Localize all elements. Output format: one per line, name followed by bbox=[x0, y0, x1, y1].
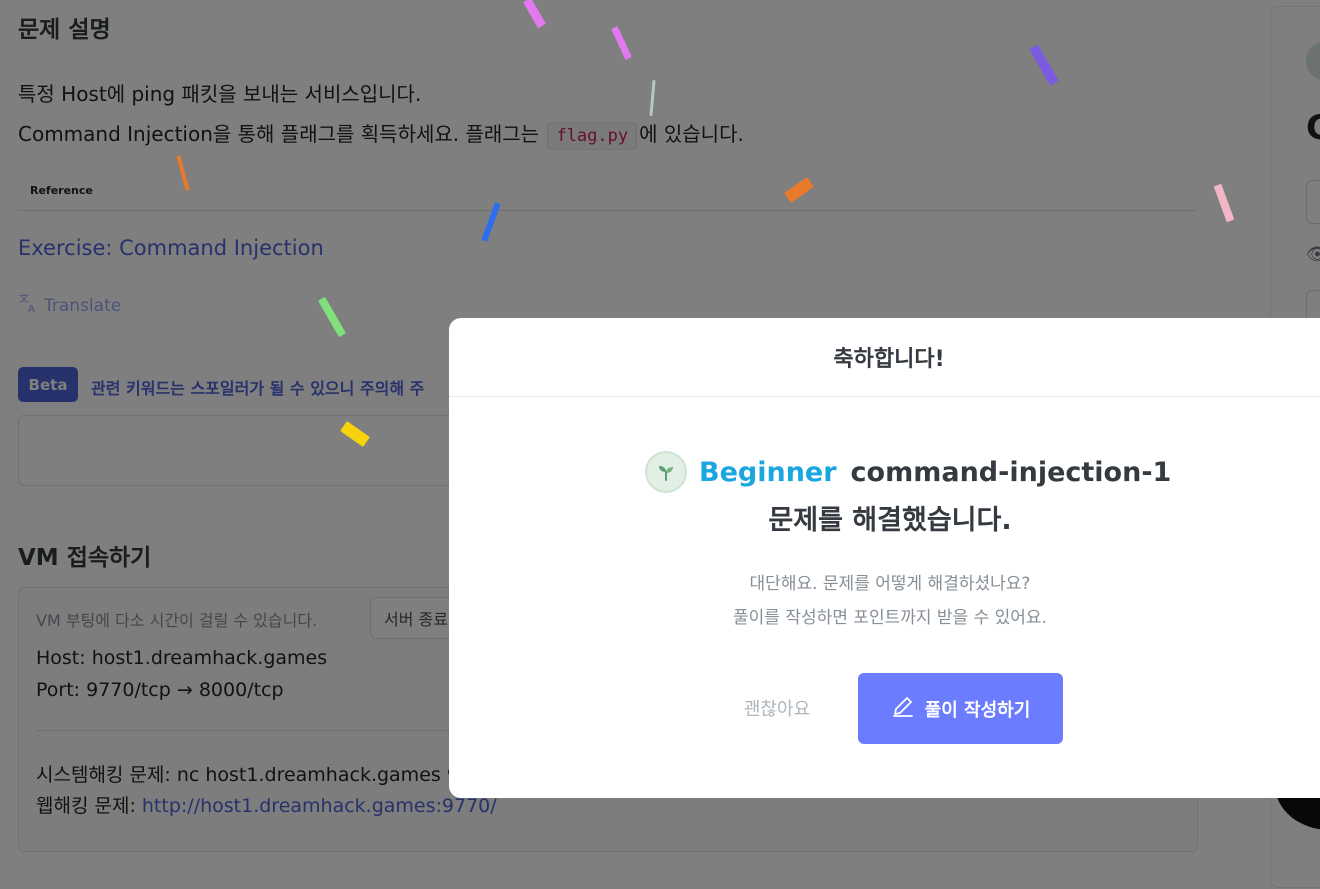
modal-message-line2: 풀이를 작성하면 포인트까지 받을 수 있어요. bbox=[733, 608, 1047, 628]
modal-message-line1: 대단해요. 문제를 어떻게 해결하셨나요? bbox=[749, 574, 1031, 594]
solved-message: 문제를 해결했습니다. bbox=[768, 505, 1012, 536]
sprout-icon bbox=[645, 451, 687, 493]
congrats-modal: 축하합니다! Beginner command-injection-1 문제를 … bbox=[449, 318, 1320, 798]
write-writeup-label: 풀이 작성하기 bbox=[924, 699, 1031, 721]
modal-title: 축하합니다! bbox=[833, 347, 945, 372]
level-label: Beginner bbox=[699, 456, 837, 488]
challenge-name: command-injection-1 bbox=[850, 456, 1172, 488]
write-writeup-button[interactable]: 풀이 작성하기 bbox=[858, 673, 1063, 744]
later-button[interactable]: 괜찮아요 bbox=[727, 673, 827, 743]
pencil-icon bbox=[891, 694, 915, 723]
modal-header: 축하합니다! bbox=[449, 318, 1320, 397]
solved-challenge-row: Beginner command-injection-1 bbox=[645, 451, 1171, 493]
